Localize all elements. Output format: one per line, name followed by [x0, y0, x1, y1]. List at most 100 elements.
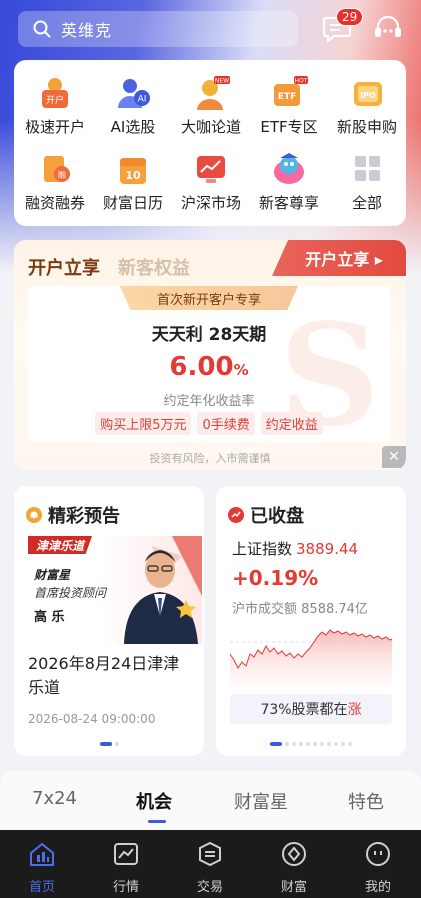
carousel-dot [327, 742, 331, 746]
nav-label: 交易 [196, 880, 223, 895]
etf-icon: ETF HOT [270, 76, 308, 110]
bottom-nav: 首页 行情 交易 财富 我的 [0, 830, 421, 898]
grid-item-label: 融资融券 [24, 194, 85, 212]
promo-tags: 购买上限5万元 0手续费 约定收益 [28, 412, 390, 435]
grid-item-etf[interactable]: ETF HOT ETF专区 [250, 76, 328, 146]
wealth-icon [282, 842, 306, 866]
open-account-icon: 开户 [36, 76, 74, 110]
grid-item-new-client[interactable]: 新客尊享 [250, 152, 328, 222]
breadth-word: 涨 [347, 702, 362, 718]
nav-profile[interactable]: 我的 [348, 840, 408, 895]
message-count-badge: 29 [336, 8, 364, 26]
advisor-portrait [124, 536, 202, 644]
grid-tag: 开户 [46, 94, 64, 106]
nav-home[interactable]: 首页 [12, 840, 72, 895]
promo-tab-open-account[interactable]: 开户立享 [28, 254, 100, 280]
breadth-text: 73%股票都在 [260, 702, 348, 718]
grid-item-market[interactable]: 沪深市场 [172, 152, 250, 222]
trend-icon [228, 507, 244, 523]
carousel-dot [292, 742, 296, 746]
grid-tag: 10 [125, 169, 141, 182]
promo-rate-value: 6.00 [169, 352, 234, 382]
banner-person-name: 高 乐 [34, 610, 65, 625]
carousel-dot [348, 742, 352, 746]
banner-role: 首席投资顾问 [34, 586, 107, 600]
carousel-indicator [14, 742, 204, 746]
close-icon[interactable]: ✕ [382, 446, 406, 468]
grid-item-all[interactable]: 全部 [328, 152, 406, 222]
preview-banner[interactable]: 津津乐道 财富星 首席投资顾问 高 乐 [28, 536, 202, 644]
nav-trade[interactable]: 交易 [180, 840, 240, 895]
preview-title-text: 精彩预告 [48, 506, 120, 527]
grid-tag: IPO [360, 91, 376, 100]
grid-item-label: 财富日历 [102, 194, 163, 212]
risk-disclaimer: 投资有风险，入市需谨慎 [149, 452, 271, 465]
grid-item-ipo[interactable]: IPO 新股申购 [328, 76, 406, 146]
tab-7x24[interactable]: 7x24 [32, 788, 77, 809]
grid-item-label: 大咖论道 [180, 118, 241, 136]
customer-service-icon[interactable] [372, 14, 404, 44]
promo-chip: 首次新开客户专享 [120, 286, 298, 310]
margin-trading-icon: 融 [36, 152, 74, 186]
grid-tag: 融 [58, 170, 66, 180]
tab-opportunity[interactable]: 机会 [136, 788, 172, 814]
intraday-chart [230, 629, 392, 686]
search-placeholder: 英维克 [61, 21, 113, 40]
promo-tag: 0手续费 [197, 412, 255, 435]
index-row: 上证指数 3889.44 [232, 538, 358, 559]
grid-item-calendar[interactable]: 10 财富日历 [94, 152, 172, 222]
preview-headline: 2026年8月24日津津乐道 [28, 654, 180, 697]
carousel-dot [334, 742, 338, 746]
nav-label: 财富 [280, 880, 307, 895]
market-card[interactable]: 已收盘 上证指数 3889.44 +0.19% 沪市成交额 8588.74亿 73… [216, 486, 406, 756]
ipo-icon: IPO [348, 76, 386, 110]
promo-tab-new-client[interactable]: 新客权益 [118, 254, 190, 280]
nav-wealth[interactable]: 财富 [264, 840, 324, 895]
nav-quotes[interactable]: 行情 [96, 840, 156, 895]
grid-item-expert-talk[interactable]: NEW 大咖论道 [172, 76, 250, 146]
grid-item-label: 沪深市场 [180, 194, 241, 212]
hot-tag: HOT [295, 78, 308, 85]
carousel-dot [313, 742, 317, 746]
carousel-dot [114, 742, 119, 746]
carousel-dot [270, 742, 282, 746]
carousel-dot [99, 742, 112, 746]
new-client-icon [270, 152, 308, 186]
market-status-text: 已收盘 [250, 506, 304, 527]
promo-tag: 购买上限5万元 [95, 412, 192, 435]
promo-rate-label: 约定年化收益率 [163, 394, 255, 409]
turnover-value: 8588.74亿 [301, 602, 368, 617]
turnover: 沪市成交额 8588.74亿 [232, 598, 368, 617]
promo-product-name: 天天利 28天期 [151, 325, 267, 345]
nav-label: 首页 [28, 880, 55, 895]
quick-entry-grid: 开户 极速开户 AI AI选股 NEW 大咖论道 ETF HOT ETF专区 IP… [14, 60, 406, 226]
tab-featured[interactable]: 特色 [348, 788, 384, 814]
grid-item-label: 新客尊享 [258, 194, 319, 212]
carousel-dot [306, 742, 310, 746]
grid-item-label: AI选股 [110, 118, 156, 136]
carousel-dot [299, 742, 303, 746]
bell-icon [26, 507, 42, 523]
search-bar[interactable]: 英维克 [18, 11, 298, 47]
promo-rate-unit: % [233, 361, 249, 379]
grid-tag: NEW [215, 78, 229, 85]
carousel-dot [320, 742, 324, 746]
grid-item-ai-stock[interactable]: AI AI选股 [94, 76, 172, 146]
grid-item-label: ETF专区 [260, 118, 318, 136]
banner-tag: 津津乐道 [28, 536, 93, 554]
calendar-icon: 10 [114, 152, 152, 186]
grid-item-margin-trading[interactable]: 融 融资融券 [16, 152, 94, 222]
promo-offer[interactable]: S 首次新开客户专享 天天利 28天期 6.00% 约定年化收益率 购买上限5万… [28, 286, 390, 446]
preview-card[interactable]: 精彩预告 津津乐道 财富星 首席投资顾问 高 乐 2026年8月24日津津乐道 … [14, 486, 204, 756]
grid-item-open-account[interactable]: 开户 极速开户 [16, 76, 94, 146]
tab-wealth-star[interactable]: 财富星 [234, 788, 288, 814]
carousel-indicator [216, 742, 406, 746]
trade-icon [199, 841, 221, 867]
grid-item-label: 新股申购 [336, 118, 397, 136]
index-value: 3889.44 [296, 540, 359, 558]
content-tabs: 7x24 机会 财富星 特色 [0, 770, 421, 830]
grid-item-label: 极速开户 [24, 118, 85, 136]
nav-label: 我的 [364, 880, 391, 895]
index-change: +0.19% [232, 566, 319, 590]
promo-ribbon-button[interactable]: 开户立享 ▸ [272, 240, 406, 276]
